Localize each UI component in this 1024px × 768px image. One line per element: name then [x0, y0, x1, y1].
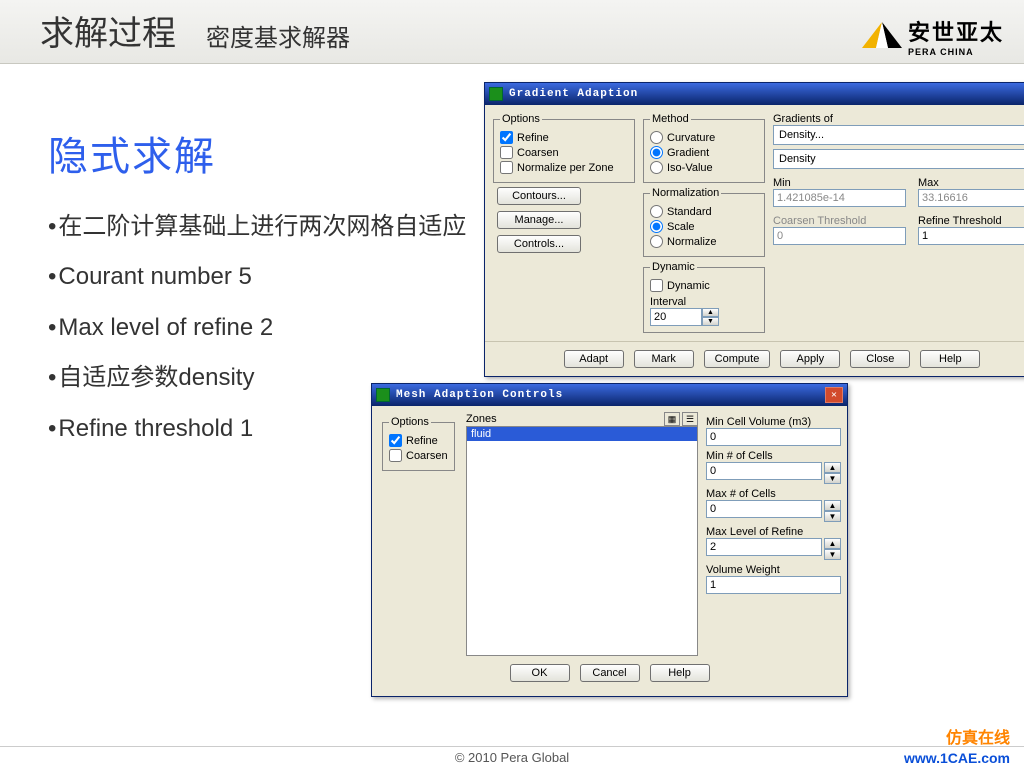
help-button[interactable]: Help — [650, 664, 710, 682]
cancel-button[interactable]: Cancel — [580, 664, 640, 682]
manage-button[interactable]: Manage... — [497, 211, 581, 229]
gradients-of-select-1[interactable]: Density... — [773, 125, 1024, 145]
controls-button[interactable]: Controls... — [497, 235, 581, 253]
max-label: Max — [918, 177, 1024, 189]
compute-button[interactable]: Compute — [704, 350, 771, 368]
titlebar[interactable]: Gradient Adaption × — [485, 83, 1024, 105]
options-legend: Options — [500, 113, 542, 125]
max-cells-input[interactable] — [706, 500, 822, 518]
logo-icon — [862, 22, 902, 50]
spin-up-icon[interactable]: ▲ — [824, 462, 841, 473]
min-input — [773, 189, 906, 207]
max-level-refine-input[interactable] — [706, 538, 822, 556]
gradients-of-label: Gradients of — [773, 113, 1024, 125]
refine-checkbox[interactable]: Refine — [389, 434, 448, 447]
list-item: 在二阶计算基础上进行两次网格自适应 — [48, 202, 466, 252]
ok-button[interactable]: OK — [510, 664, 570, 682]
mesh-adaption-controls-window[interactable]: Mesh Adaption Controls × Options Refine … — [371, 383, 848, 697]
normalization-legend: Normalization — [650, 187, 721, 199]
titlebar[interactable]: Mesh Adaption Controls × — [372, 384, 847, 406]
volume-weight-input[interactable] — [706, 576, 841, 594]
options-group: Options Refine Coarsen Normalize per Zon… — [493, 113, 635, 183]
normalize-radio[interactable]: Normalize — [650, 235, 758, 248]
zones-label: Zones — [466, 413, 497, 425]
coarsen-checkbox[interactable]: Coarsen — [500, 146, 628, 159]
close-icon[interactable]: × — [825, 387, 843, 403]
normalize-per-zone-checkbox[interactable]: Normalize per Zone — [500, 161, 628, 174]
max-level-refine-label: Max Level of Refine — [706, 526, 841, 538]
dialog-button-row: OK Cancel Help — [378, 656, 841, 690]
normalization-group: Normalization Standard Scale Normalize — [643, 187, 765, 257]
curvature-radio[interactable]: Curvature — [650, 131, 758, 144]
window-title: Mesh Adaption Controls — [396, 389, 563, 401]
dynamic-group: Dynamic Dynamic Interval ▲▼ — [643, 261, 765, 333]
slide-header: 求解过程 密度基求解器 安世亚太 PERA CHINA — [0, 0, 1024, 64]
dynamic-checkbox[interactable]: Dynamic — [650, 279, 758, 292]
spin-down-icon[interactable]: ▼ — [702, 317, 719, 326]
deselect-all-icon[interactable]: ☰ — [682, 412, 698, 426]
standard-radio[interactable]: Standard — [650, 205, 758, 218]
interval-label: Interval — [650, 296, 758, 308]
max-cells-label: Max # of Cells — [706, 488, 841, 500]
slide-body: 隐式求解 在二阶计算基础上进行两次网格自适应 Courant number 5 … — [0, 64, 1024, 768]
list-item: Max level of refine 2 — [48, 303, 466, 353]
coarsen-checkbox[interactable]: Coarsen — [389, 449, 448, 462]
help-button[interactable]: Help — [920, 350, 980, 368]
spin-up-icon[interactable]: ▲ — [824, 500, 841, 511]
spin-down-icon[interactable]: ▼ — [824, 549, 841, 560]
min-label: Min — [773, 177, 906, 189]
dynamic-legend: Dynamic — [650, 261, 697, 273]
gradients-of-select-2[interactable]: Density — [773, 149, 1024, 169]
method-legend: Method — [650, 113, 691, 125]
min-cells-input[interactable] — [706, 462, 822, 480]
list-item: Courant number 5 — [48, 252, 466, 302]
spin-down-icon[interactable]: ▼ — [824, 511, 841, 522]
min-cells-label: Min # of Cells — [706, 450, 841, 462]
refine-threshold-input[interactable] — [918, 227, 1024, 245]
min-cell-volume-input[interactable] — [706, 428, 841, 446]
footer-copyright: © 2010 Pera Global — [0, 746, 1024, 765]
close-button[interactable]: Close — [850, 350, 910, 368]
window-title: Gradient Adaption — [509, 88, 638, 100]
gradient-adaption-window[interactable]: Gradient Adaption × Options Refine Coars… — [484, 82, 1024, 377]
zone-item-fluid[interactable]: fluid — [467, 427, 697, 441]
contours-button[interactable]: Contours... — [497, 187, 581, 205]
zones-listbox[interactable]: fluid — [466, 426, 698, 656]
logo: 安世亚太 PERA CHINA — [862, 15, 1004, 57]
mark-button[interactable]: Mark — [634, 350, 694, 368]
scale-radio[interactable]: Scale — [650, 220, 758, 233]
spin-up-icon[interactable]: ▲ — [824, 538, 841, 549]
interval-spinner[interactable]: ▲▼ — [650, 308, 719, 326]
apply-button[interactable]: Apply — [780, 350, 840, 368]
spin-up-icon[interactable]: ▲ — [702, 308, 719, 317]
section-title: 隐式求解 — [48, 124, 216, 182]
min-cell-volume-label: Min Cell Volume (m3) — [706, 416, 841, 428]
max-input — [918, 189, 1024, 207]
logo-en: PERA CHINA — [908, 47, 1004, 57]
volume-weight-label: Volume Weight — [706, 564, 841, 576]
options-legend: Options — [389, 416, 431, 428]
watermark-site: www.1CAE.com — [904, 750, 1010, 766]
page-subtitle: 密度基求解器 — [206, 18, 350, 53]
logo-cn: 安世亚太 — [908, 15, 1004, 47]
dialog-button-row: Adapt Mark Compute Apply Close Help — [485, 341, 1024, 376]
select-all-icon[interactable]: ▦ — [664, 412, 680, 426]
watermark-title: 仿真在线 — [946, 724, 1010, 748]
window-icon — [376, 388, 390, 402]
spin-down-icon[interactable]: ▼ — [824, 473, 841, 484]
adapt-button[interactable]: Adapt — [564, 350, 624, 368]
coarsen-threshold-label: Coarsen Threshold — [773, 215, 906, 227]
coarsen-threshold-input — [773, 227, 906, 245]
refine-checkbox[interactable]: Refine — [500, 131, 628, 144]
page-title: 求解过程 — [40, 6, 176, 55]
options-group: Options Refine Coarsen — [382, 416, 455, 471]
window-icon — [489, 87, 503, 101]
refine-threshold-label: Refine Threshold — [918, 215, 1024, 227]
iso-value-radio[interactable]: Iso-Value — [650, 161, 758, 174]
interval-input[interactable] — [650, 308, 702, 326]
method-group: Method Curvature Gradient Iso-Value — [643, 113, 765, 183]
gradient-radio[interactable]: Gradient — [650, 146, 758, 159]
